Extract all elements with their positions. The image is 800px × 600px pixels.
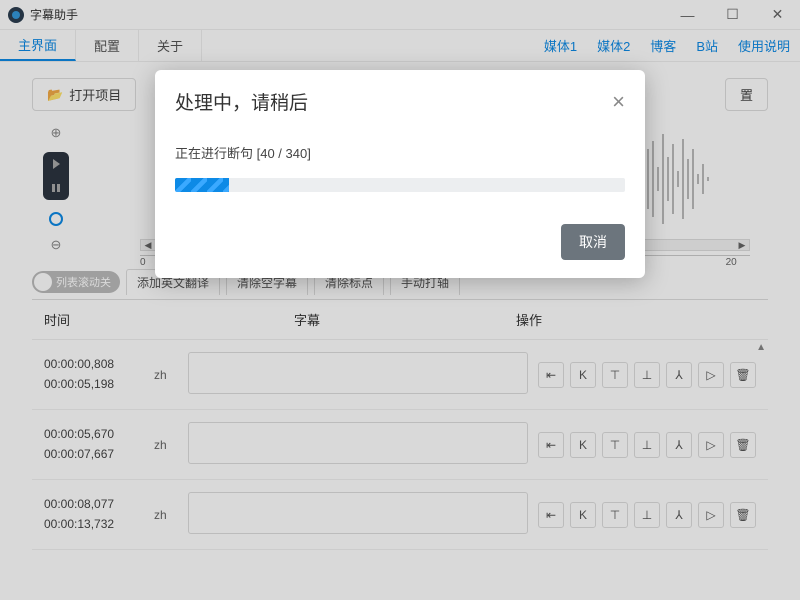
progress-fill [175, 178, 229, 192]
progress-bar [175, 178, 625, 192]
modal-overlay: 处理中，请稍后 × 正在进行断句 [40 / 340] 取消 [0, 0, 800, 600]
modal-close-button[interactable]: × [612, 89, 625, 115]
modal-title: 处理中，请稍后 [175, 88, 308, 115]
modal-status-text: 正在进行断句 [40 / 340] [175, 143, 625, 162]
processing-modal: 处理中，请稍后 × 正在进行断句 [40 / 340] 取消 [155, 70, 645, 278]
cancel-button[interactable]: 取消 [561, 224, 625, 260]
